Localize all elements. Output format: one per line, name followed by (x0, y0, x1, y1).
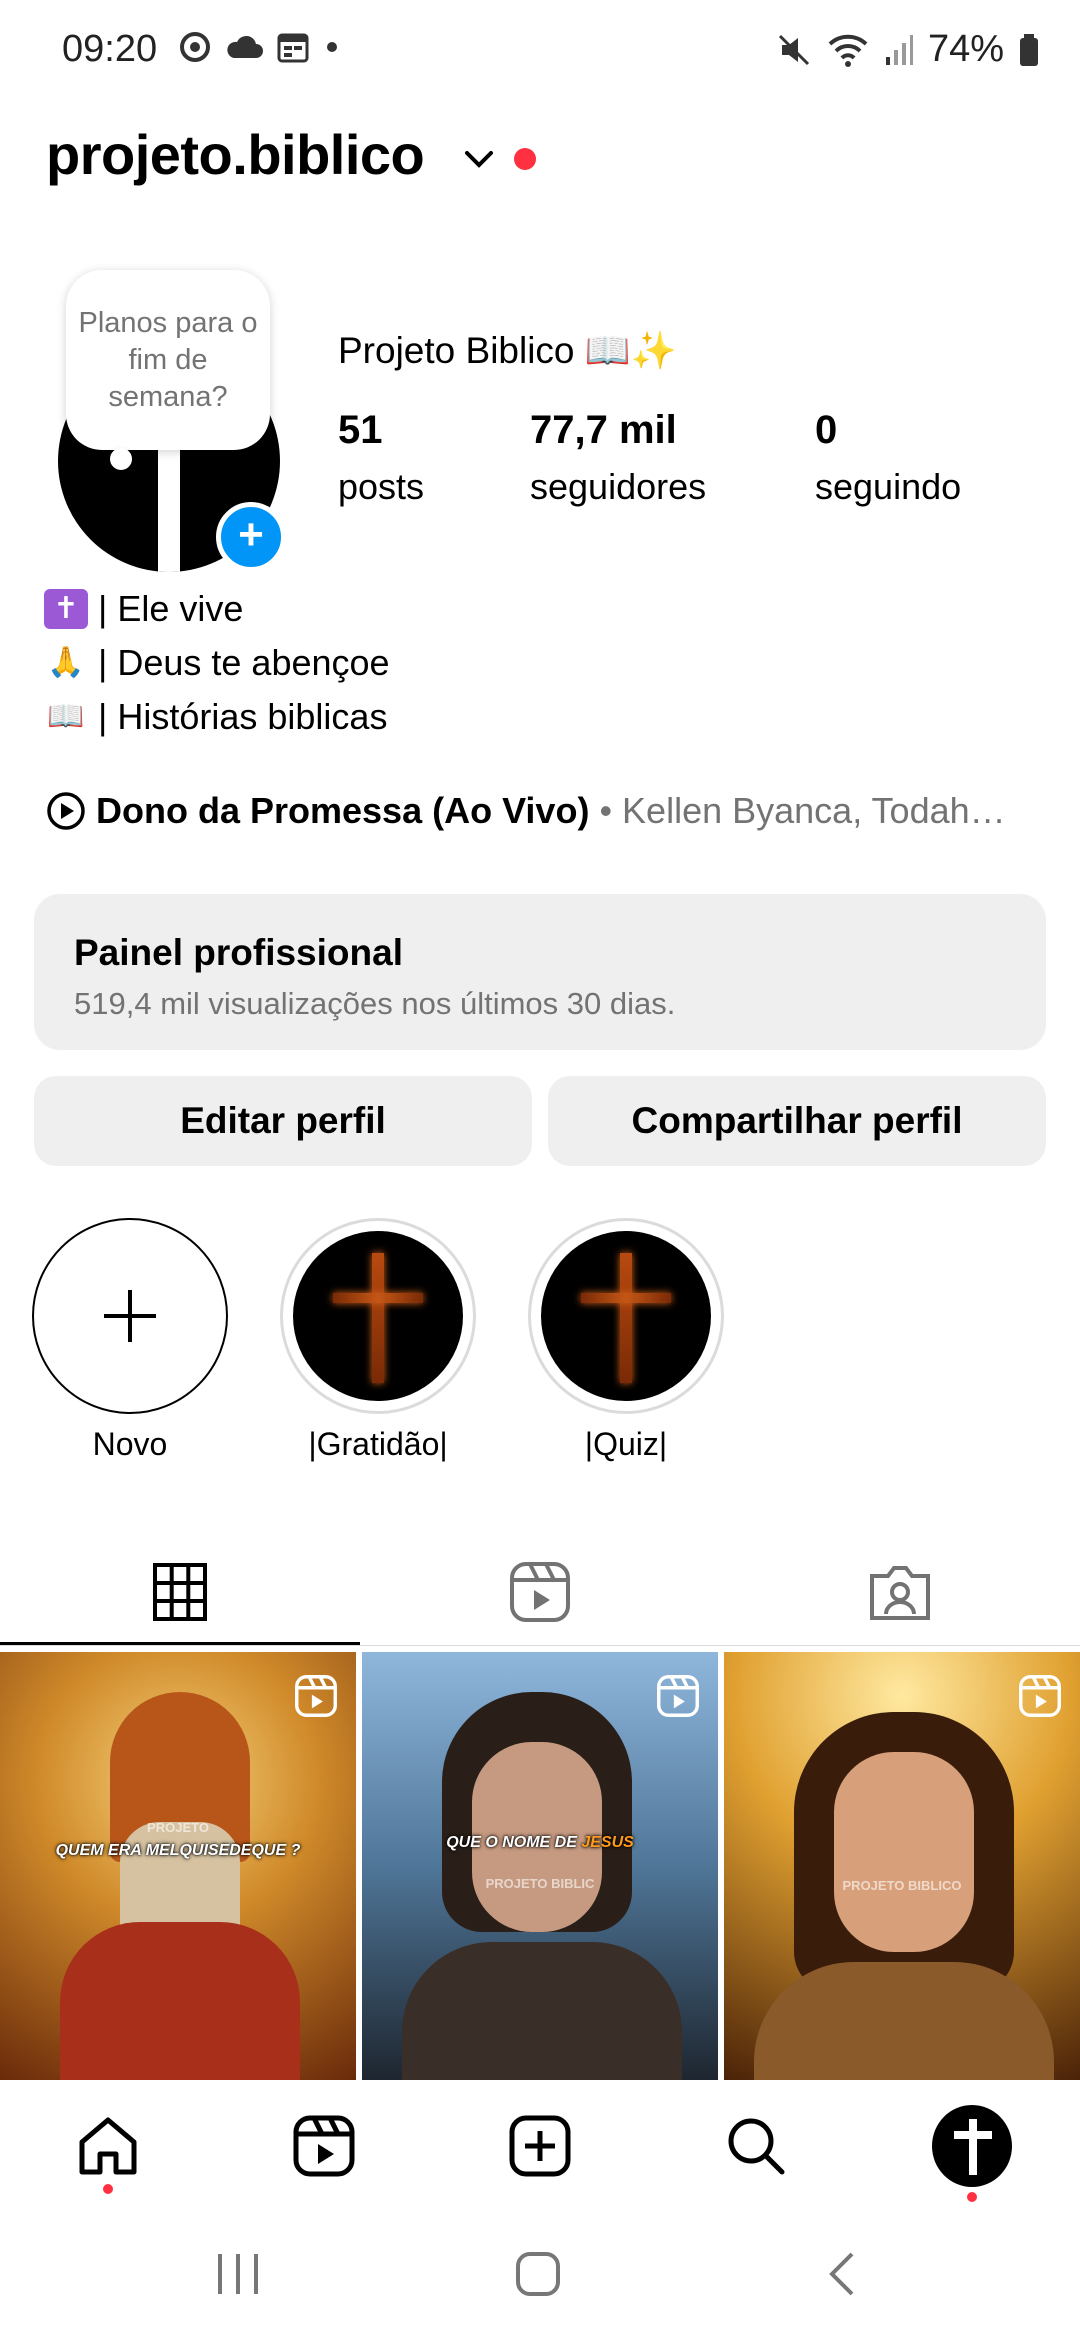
bio-text: | Deus te abençoe (98, 642, 390, 683)
cloud-icon (227, 35, 263, 58)
notification-dot (514, 148, 536, 170)
mute-icon (778, 34, 809, 65)
tagged-icon (870, 1566, 930, 1620)
figure-robe (402, 1942, 682, 2080)
bottom-nav (0, 2082, 1080, 2212)
profile-avatar (932, 2105, 1012, 2187)
bio-line: ✝ | Ele vive (44, 582, 390, 636)
post-watermark: PROJETO (147, 1820, 209, 1835)
praying-hands-emoji: 🙏 (47, 646, 85, 679)
system-navigation-bar (0, 2212, 1080, 2340)
share-profile-button[interactable]: Compartilhar perfil (548, 1076, 1046, 1166)
cross-logo-vertical (158, 445, 180, 572)
cross-emoji: ✝ (44, 589, 88, 629)
highlight-label: |Gratidão| (308, 1426, 448, 1462)
note-text: Planos para o fim de semana? (78, 306, 258, 413)
edit-profile-button[interactable]: Editar perfil (34, 1076, 532, 1166)
post-thumbnail[interactable]: PROJETO QUEM ERA MELQUISEDEQUE ? (0, 1652, 356, 2080)
status-time: 09:20 (62, 28, 158, 70)
bio-line: 🙏 | Deus te abençoe (44, 636, 390, 690)
bio: ✝ | Ele vive 🙏 | Deus te abençoe 📖 | His… (44, 582, 390, 744)
new-highlight-button[interactable] (32, 1218, 228, 1414)
battery-icon (1020, 33, 1038, 66)
battery-text: 74% (927, 28, 1004, 70)
wifi-icon (828, 34, 868, 67)
search-icon (728, 2118, 785, 2175)
figure-robe (754, 1962, 1054, 2080)
followers-label[interactable]: seguidores (530, 466, 706, 508)
plus-icon (104, 1290, 156, 1342)
recents-icon[interactable] (214, 2250, 262, 2298)
post-thumbnail[interactable]: QUE O NOME DE JESUS PROJETO BIBLIC (362, 1652, 718, 2080)
reel-badge-icon (657, 1675, 699, 1717)
chevron-down-icon[interactable] (462, 142, 496, 176)
note-tail (110, 448, 132, 470)
followers-count[interactable]: 77,7 mil (530, 408, 677, 453)
home-notification-dot (103, 2184, 113, 2194)
post-caption: QUE O NOME DE JESUS (446, 1834, 634, 1851)
nav-home[interactable] (68, 2106, 148, 2186)
signal-icon (885, 34, 913, 65)
nav-reels[interactable] (284, 2106, 364, 2186)
reel-badge-icon (1019, 1675, 1061, 1717)
play-circle-icon (47, 792, 85, 830)
note-bubble[interactable]: Planos para o fim de semana? (66, 270, 270, 450)
dashboard-subtitle: 519,4 mil visualizações nos últimos 30 d… (74, 986, 676, 1021)
home-button-icon[interactable] (514, 2250, 562, 2298)
highlight-quiz[interactable] (528, 1218, 724, 1414)
post-caption: QUEM ERA MELQUISEDEQUE ? (55, 1842, 301, 1859)
tab-tagged[interactable] (720, 1540, 1080, 1644)
following-count[interactable]: 0 (815, 408, 837, 453)
reel-badge-icon (295, 1675, 337, 1717)
grid-icon (153, 1563, 207, 1621)
status-bar: 09:20 74% (0, 0, 1080, 104)
reels-icon (510, 1562, 570, 1622)
profile-username[interactable]: projeto.biblico (46, 122, 425, 187)
following-label[interactable]: seguindo (815, 466, 961, 508)
tab-divider (0, 1645, 1080, 1646)
status-left-icons (178, 30, 342, 64)
figure-robe (60, 1922, 300, 2080)
music-song: Dono da Promessa (Ao Vivo) (96, 790, 590, 831)
tab-grid[interactable] (0, 1540, 360, 1644)
create-icon (509, 2115, 571, 2177)
display-name: Projeto Biblico 📖✨ (338, 330, 677, 371)
highlight-gratidao[interactable] (280, 1218, 476, 1414)
reels-icon (293, 2115, 355, 2177)
figure-face (834, 1752, 974, 1952)
tab-reels[interactable] (360, 1540, 720, 1644)
music-artist: • Kellen Byanca, Todah… (599, 790, 1006, 831)
bio-line: 📖 | Histórias biblicas (44, 690, 390, 744)
bio-text: | Histórias biblicas (98, 696, 388, 737)
status-right: 74% (776, 28, 1040, 71)
home-icon (79, 2117, 137, 2175)
add-story-button[interactable]: + (216, 502, 286, 572)
screen-time-icon (180, 32, 210, 62)
posts-count[interactable]: 51 (338, 408, 383, 453)
nav-search[interactable] (716, 2106, 796, 2186)
profile-music[interactable]: Dono da Promessa (Ao Vivo) • Kellen Byan… (46, 790, 1006, 832)
post-thumbnail[interactable]: PROJETO BIBLICO (724, 1652, 1080, 2080)
caption-highlight: JESUS (581, 1834, 634, 1851)
profile-notification-dot (967, 2192, 977, 2202)
posts-label[interactable]: posts (338, 466, 424, 508)
highlight-label: Novo (92, 1426, 168, 1462)
bio-text: | Ele vive (98, 588, 244, 629)
nav-create[interactable] (500, 2106, 580, 2186)
nav-profile[interactable] (932, 2105, 1012, 2187)
post-watermark: PROJETO BIBLICO (842, 1878, 962, 1893)
dot-icon (327, 42, 337, 52)
highlight-label: |Quiz| (584, 1426, 668, 1462)
calendar-icon (277, 33, 309, 63)
active-tab-indicator (0, 1642, 360, 1645)
post-watermark: PROJETO BIBLIC (485, 1876, 595, 1891)
dashboard-title: Painel profissional (74, 932, 403, 973)
book-emoji: 📖 (47, 700, 85, 733)
back-icon[interactable] (820, 2250, 868, 2298)
professional-dashboard[interactable]: Painel profissional 519,4 mil visualizaç… (34, 894, 1046, 1050)
